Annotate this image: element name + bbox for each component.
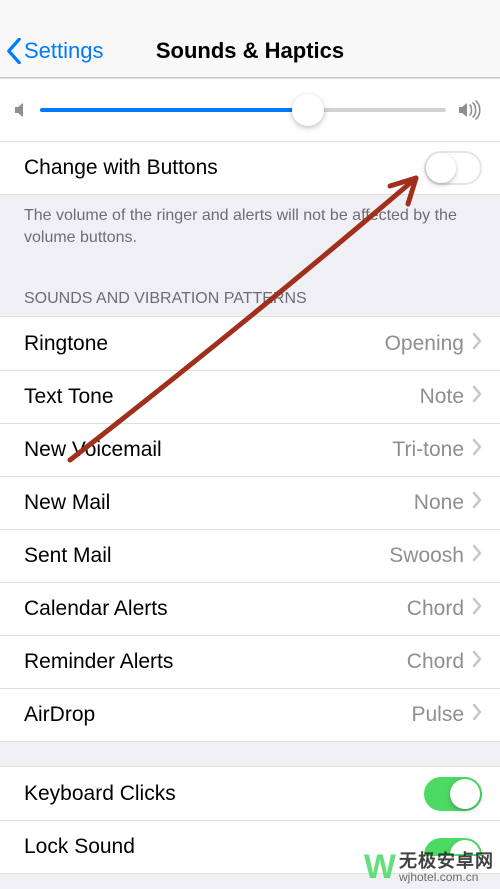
chevron-right-icon	[472, 332, 482, 350]
sound-label: Calendar Alerts	[24, 597, 407, 621]
sound-value: None	[414, 491, 464, 515]
chevron-right-icon	[472, 544, 482, 562]
sound-label: Text Tone	[24, 385, 420, 409]
sounds-section-header: SOUNDS AND VIBRATION PATTERNS	[0, 260, 500, 316]
sound-value: Chord	[407, 597, 464, 621]
sound-value: Pulse	[411, 703, 464, 727]
change-with-buttons-footer: The volume of the ringer and alerts will…	[0, 195, 500, 260]
chevron-right-icon	[472, 491, 482, 509]
watermark-url: wjhotel.com.cn	[399, 871, 494, 884]
change-with-buttons-toggle[interactable]	[424, 151, 482, 185]
watermark: W 无极安卓网 wjhotel.com.cn	[364, 848, 494, 887]
sound-label: Reminder Alerts	[24, 650, 407, 674]
sound-row[interactable]: Sent MailSwoosh	[0, 529, 500, 582]
system-sound-row: Keyboard Clicks	[0, 767, 500, 820]
sound-row[interactable]: RingtoneOpening	[0, 317, 500, 370]
back-button[interactable]: Settings	[6, 38, 104, 64]
sound-label: New Voicemail	[24, 438, 392, 462]
sound-value: Swoosh	[389, 544, 464, 568]
volume-slider-row	[0, 79, 500, 141]
back-label: Settings	[24, 38, 104, 64]
watermark-logo-icon: W	[364, 848, 393, 887]
ringer-volume-group: Change with Buttons	[0, 78, 500, 195]
sound-row[interactable]: New VoicemailTri-tone	[0, 423, 500, 476]
chevron-right-icon	[472, 703, 482, 721]
sound-value: Chord	[407, 650, 464, 674]
change-with-buttons-row: Change with Buttons	[0, 141, 500, 194]
sound-row[interactable]: New MailNone	[0, 476, 500, 529]
sound-label: Sent Mail	[24, 544, 389, 568]
slider-thumb[interactable]	[292, 94, 324, 126]
change-with-buttons-label: Change with Buttons	[24, 156, 424, 180]
sound-row[interactable]: Calendar AlertsChord	[0, 582, 500, 635]
sound-value: Note	[420, 385, 464, 409]
speaker-loud-icon	[458, 100, 482, 120]
system-sound-label: Keyboard Clicks	[24, 782, 424, 806]
sound-label: Ringtone	[24, 332, 385, 356]
sounds-list: RingtoneOpeningText ToneNoteNew Voicemai…	[0, 316, 500, 742]
system-sound-toggle[interactable]	[424, 777, 482, 811]
sound-row[interactable]: AirDropPulse	[0, 688, 500, 741]
sound-value: Opening	[385, 332, 464, 356]
volume-slider[interactable]	[40, 108, 446, 112]
chevron-right-icon	[472, 438, 482, 456]
sound-label: New Mail	[24, 491, 414, 515]
sound-row[interactable]: Reminder AlertsChord	[0, 635, 500, 688]
watermark-title: 无极安卓网	[399, 852, 494, 871]
nav-bar: Settings Sounds & Haptics	[0, 0, 500, 78]
speaker-quiet-icon	[14, 101, 28, 119]
chevron-right-icon	[472, 650, 482, 668]
chevron-right-icon	[472, 385, 482, 403]
sound-row[interactable]: Text ToneNote	[0, 370, 500, 423]
sound-value: Tri-tone	[392, 438, 464, 462]
chevron-right-icon	[472, 597, 482, 615]
chevron-left-icon	[6, 38, 22, 64]
sound-label: AirDrop	[24, 703, 411, 727]
